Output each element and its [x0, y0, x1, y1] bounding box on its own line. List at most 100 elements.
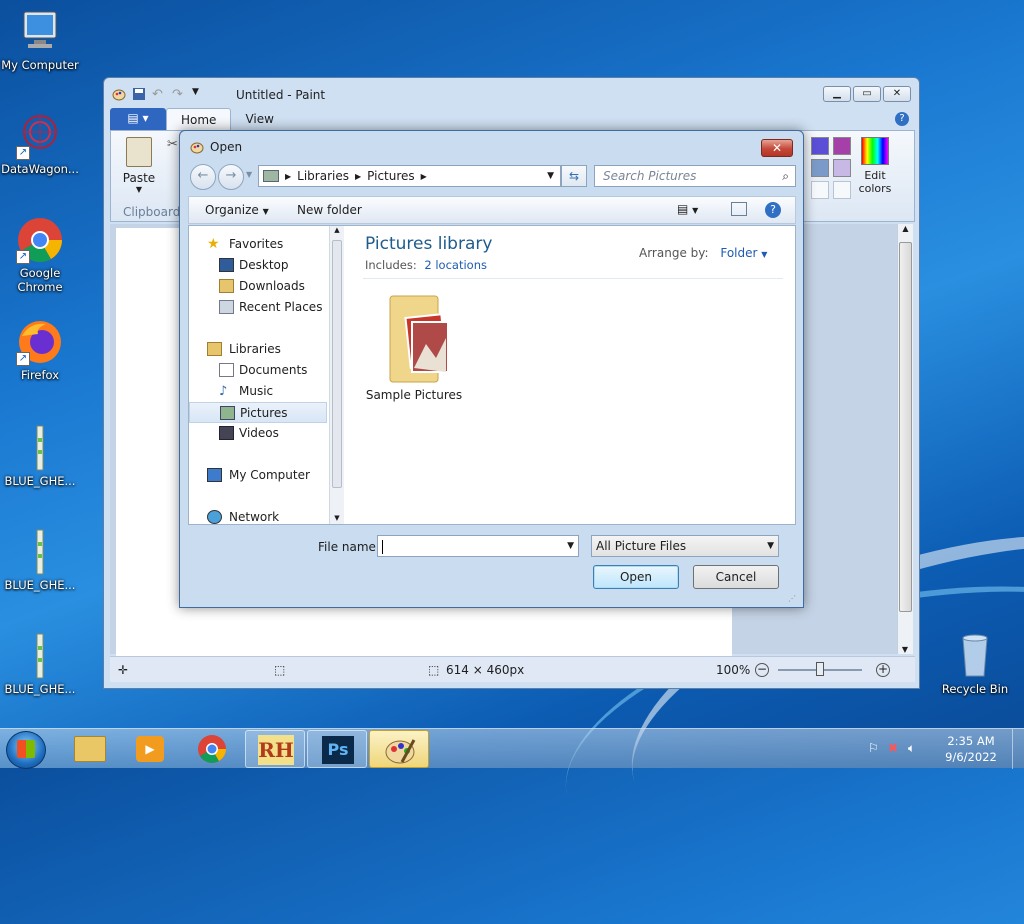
paint-menu-button[interactable]: ▤ ▾ [110, 108, 166, 130]
folder-item[interactable]: Sample Pictures [365, 288, 463, 402]
zoom-out-button[interactable]: − [755, 662, 769, 677]
breadcrumb-separator-icon[interactable]: ▶ [355, 172, 361, 181]
desktop-icon-firefox[interactable]: ↗ Firefox [0, 318, 80, 382]
chevron-down-icon[interactable]: ▼ [567, 536, 574, 556]
desktop-icon-blue-ghe-2[interactable]: BLUE_GHE... [0, 528, 80, 592]
refresh-button[interactable]: ⇆ [561, 165, 587, 187]
arrange-by-dropdown[interactable]: Folder ▼ [720, 246, 767, 260]
customize-qat-icon[interactable]: ▼ [192, 87, 206, 101]
desktop-icon-chrome[interactable]: ↗ Google Chrome [0, 216, 80, 294]
address-bar[interactable]: ▶ Libraries ▶ Pictures ▶ ▼ [258, 165, 561, 187]
preview-pane-icon[interactable] [731, 202, 747, 216]
paste-button[interactable]: Paste ▼ [119, 137, 159, 194]
desktop-icon-my-computer[interactable]: My Computer [0, 8, 80, 72]
palette-swatch[interactable] [833, 159, 851, 177]
filetype-select[interactable]: All Picture Files ▼ [591, 535, 779, 557]
nav-documents[interactable]: Documents [189, 360, 327, 381]
open-dialog[interactable]: Open ✕ ← → ▼ ▶ Libraries ▶ Pictures ▶ ▼ … [179, 130, 804, 608]
nav-my-computer[interactable]: My Computer [189, 465, 327, 486]
nav-pictures[interactable]: Pictures [189, 402, 327, 423]
nav-libraries[interactable]: Libraries [189, 339, 327, 360]
taskbar-rh[interactable]: RH [245, 730, 305, 768]
taskbar-photoshop[interactable]: Ps [307, 730, 367, 768]
cut-icon[interactable]: ✂ [167, 137, 178, 152]
start-button[interactable] [6, 731, 46, 769]
breadcrumb-separator-icon[interactable]: ▶ [421, 172, 427, 181]
help-icon[interactable]: ? [895, 112, 909, 126]
paste-dropdown-icon: ▼ [135, 185, 143, 194]
new-folder-button[interactable]: New folder [297, 203, 362, 217]
close-button[interactable]: ✕ [883, 86, 911, 102]
breadcrumb-libraries[interactable]: Libraries [297, 169, 349, 183]
scroll-thumb[interactable] [332, 240, 342, 488]
nav-videos[interactable]: Videos [189, 423, 327, 444]
search-icon[interactable]: ⌕ [782, 166, 789, 186]
breadcrumb-pictures[interactable]: Pictures [367, 169, 415, 183]
nav-label: Videos [239, 426, 279, 440]
back-button[interactable]: ← [190, 164, 216, 190]
palette-swatch[interactable] [811, 137, 829, 155]
paint-title-bar[interactable]: ↶ ↷ ▼ Untitled - Paint ▁ ▭ ✕ [104, 78, 919, 108]
nav-label: Favorites [229, 237, 284, 251]
paint-app-icon[interactable] [112, 87, 126, 101]
organize-button[interactable]: Organize ▼ [205, 203, 269, 217]
resize-grip-icon[interactable]: ⋰ [788, 594, 796, 603]
cancel-button[interactable]: Cancel [693, 565, 779, 589]
dialog-title-bar[interactable]: Open ✕ [180, 131, 803, 161]
open-button[interactable]: Open [593, 565, 679, 589]
zoom-in-button[interactable]: + [876, 662, 890, 677]
filename-input[interactable]: ▼ [377, 535, 579, 557]
palette-swatch[interactable] [833, 137, 851, 155]
nav-downloads[interactable]: Downloads [189, 276, 327, 297]
desktop-icon-datawagon[interactable]: ↗ DataWagon... [0, 112, 80, 176]
nav-recent-places[interactable]: Recent Places [189, 297, 327, 318]
maximize-button[interactable]: ▭ [853, 86, 881, 102]
action-center-icon[interactable]: ⚐ [868, 741, 879, 755]
search-input[interactable]: Search Pictures ⌕ [594, 165, 796, 187]
nav-music[interactable]: ♪ Music [189, 381, 327, 402]
desktop-icon-blue-ghe-1[interactable]: BLUE_GHE... [0, 424, 80, 488]
nav-favorites[interactable]: ★ Favorites [189, 234, 327, 255]
desktop-icon-recycle-bin[interactable]: Recycle Bin [935, 632, 1015, 696]
desktop-icon [219, 258, 234, 272]
scroll-down-icon[interactable]: ▼ [330, 514, 344, 522]
nav-scrollbar[interactable]: ▲ ▼ [329, 226, 344, 524]
clock[interactable]: 2:35 AM 9/6/2022 [936, 733, 1006, 765]
taskbar-media-player[interactable]: ▶ [120, 730, 180, 768]
scroll-thumb[interactable] [899, 242, 912, 612]
network-status-icon[interactable]: ✖ [888, 741, 898, 755]
vertical-scrollbar[interactable]: ▲ ▼ [897, 224, 913, 654]
help-icon[interactable]: ? [765, 202, 781, 218]
change-view-icon[interactable]: ▤ ▼ [677, 202, 698, 216]
tab-home[interactable]: Home [166, 108, 232, 130]
scroll-up-icon[interactable]: ▲ [330, 226, 344, 234]
forward-button[interactable]: → [218, 164, 244, 190]
volume-icon[interactable]: 🔈︎ [908, 741, 915, 756]
cursor-position-icon: ✛ [118, 662, 129, 677]
dialog-close-button[interactable]: ✕ [761, 139, 793, 157]
desktop-icon-blue-ghe-3[interactable]: BLUE_GHE... [0, 632, 80, 696]
taskbar-paint[interactable] [369, 730, 429, 768]
recent-locations-icon[interactable]: ▼ [246, 170, 252, 179]
edit-colors-button[interactable]: Edit colors [855, 137, 895, 195]
scroll-up-icon[interactable]: ▲ [898, 224, 913, 233]
palette-swatch[interactable] [833, 181, 851, 199]
palette-swatch[interactable] [811, 159, 829, 177]
nav-desktop[interactable]: Desktop [189, 255, 327, 276]
includes-locations-link[interactable]: 2 locations [424, 258, 487, 272]
minimize-button[interactable]: ▁ [823, 86, 851, 102]
breadcrumb-separator-icon[interactable]: ▶ [285, 172, 291, 181]
palette-swatch[interactable] [811, 181, 829, 199]
taskbar-chrome[interactable] [182, 730, 242, 768]
shortcut-arrow-icon: ↗ [16, 250, 30, 264]
nav-network[interactable]: Network [189, 507, 327, 528]
save-icon[interactable] [132, 87, 146, 101]
undo-icon[interactable]: ↶ [152, 87, 166, 102]
address-dropdown-icon[interactable]: ▼ [547, 171, 554, 181]
tab-view[interactable]: View [231, 108, 287, 130]
zoom-slider-thumb[interactable] [816, 662, 824, 676]
taskbar-explorer[interactable] [60, 730, 120, 768]
scroll-down-icon[interactable]: ▼ [898, 645, 912, 654]
redo-icon[interactable]: ↷ [172, 87, 186, 102]
show-desktop-button[interactable] [1012, 729, 1024, 769]
